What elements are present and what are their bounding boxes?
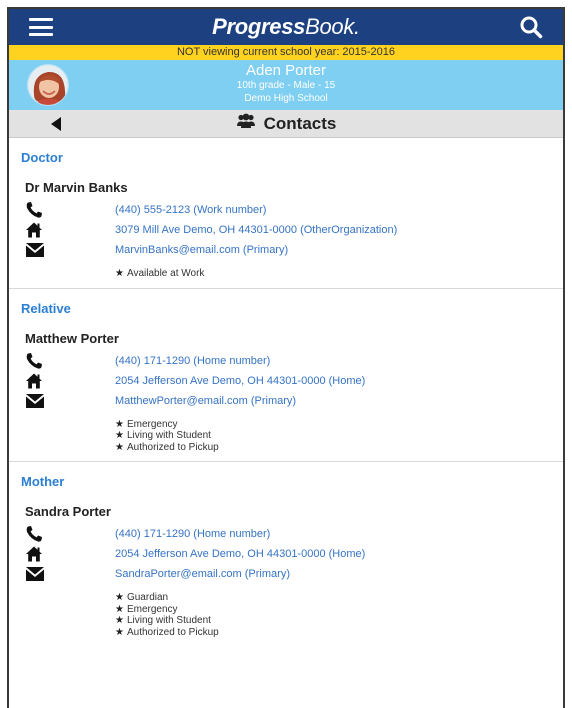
envelope-icon xyxy=(25,565,45,583)
contact-address-link[interactable]: 2054 Jefferson Ave Demo, OH 44301-0000 (… xyxy=(115,548,365,560)
contact-email-link[interactable]: MarvinBanks@email.com (Primary) xyxy=(115,244,288,256)
contact-section-relative: Relative Matthew Porter (440) 171-1290 (… xyxy=(9,289,563,462)
contact-phone-link[interactable]: (440) 171-1290 (Home number) xyxy=(115,355,270,367)
contact-email-row: SandraPorter@email.com (Primary) xyxy=(9,564,563,584)
contact-phone-row: (440) 171-1290 (Home number) xyxy=(9,351,563,371)
star-icon: ★ xyxy=(115,418,124,430)
contact-flag: ★ Emergency xyxy=(115,603,178,615)
home-icon xyxy=(25,545,45,563)
contact-flags: ★ Guardian ★ Emergency ★ Living with Studen… xyxy=(9,584,563,638)
home-icon xyxy=(25,372,45,390)
contact-phone-link[interactable]: (440) 555-2123 (Work number) xyxy=(115,204,266,216)
section-heading: Mother xyxy=(21,474,65,489)
contact-flag: ★ Available at Work xyxy=(115,268,205,279)
contact-flag: ★ Living with Student xyxy=(115,615,211,626)
section-heading: Relative xyxy=(21,300,71,316)
contact-flag: ★ Emergency xyxy=(115,418,178,430)
star-icon: ★ xyxy=(115,268,124,279)
school-year-notice: NOT viewing current school year: 2015-20… xyxy=(9,45,563,60)
contact-flag: ★ Authorized to Pickup xyxy=(115,626,219,638)
contact-email-row: MarvinBanks@email.com (Primary) xyxy=(9,240,563,260)
home-icon xyxy=(25,221,45,239)
star-icon: ★ xyxy=(115,441,124,453)
star-icon: ★ xyxy=(115,603,124,615)
phone-icon xyxy=(25,525,45,543)
contact-phone-link[interactable]: (440) 171-1290 (Home number) xyxy=(115,528,270,540)
progressbook-logo: ProgressBook. xyxy=(212,14,360,39)
contact-name: Dr Marvin Banks xyxy=(25,180,128,195)
contact-section-mother: Mother Sandra Porter (440) 171-1290 (Hom… xyxy=(9,462,563,646)
contact-flag: ★ Guardian xyxy=(115,592,169,603)
contact-address-row: 3079 Mill Ave Demo, OH 44301-0000 (Other… xyxy=(9,220,563,240)
page-header: Contacts xyxy=(9,110,563,138)
student-avatar[interactable] xyxy=(27,64,69,106)
star-icon: ★ xyxy=(115,626,124,638)
contact-flags: ★ Emergency ★ Living with Student ★ Authori… xyxy=(9,411,563,454)
contact-flags: ★ Available at Work xyxy=(9,260,563,280)
contact-section-doctor: Doctor Dr Marvin Banks (440) 555-2123 (W… xyxy=(9,138,563,289)
phone-icon xyxy=(25,201,45,219)
section-heading: Doctor xyxy=(21,150,63,165)
contact-name: Matthew Porter xyxy=(25,330,119,346)
contact-email-link[interactable]: SandraPorter@email.com (Primary) xyxy=(115,568,290,580)
student-name: Aden Porter xyxy=(245,62,327,79)
contact-address-row: 2054 Jefferson Ave Demo, OH 44301-0000 (… xyxy=(9,371,563,391)
app-frame: ProgressBook. NOT viewing current school… xyxy=(7,7,565,708)
star-icon: ★ xyxy=(115,592,124,603)
student-details: 10th grade - Male - 15 xyxy=(236,80,336,91)
student-school: Demo High School xyxy=(244,93,328,104)
page-title: Contacts xyxy=(236,113,336,134)
envelope-icon xyxy=(25,392,45,410)
envelope-icon xyxy=(25,241,45,259)
contact-flag: ★ Authorized to Pickup xyxy=(115,441,219,453)
student-banner: Aden Porter 10th grade - Male - 15 Demo … xyxy=(9,60,563,110)
contact-email-row: MatthewPorter@email.com (Primary) xyxy=(9,391,563,411)
users-icon xyxy=(236,113,256,134)
contact-email-link[interactable]: MatthewPorter@email.com (Primary) xyxy=(115,395,296,407)
contact-phone-row: (440) 555-2123 (Work number) xyxy=(9,200,563,220)
menu-icon[interactable] xyxy=(29,18,53,36)
star-icon: ★ xyxy=(115,430,124,441)
back-arrow-icon[interactable] xyxy=(51,117,61,131)
search-icon[interactable] xyxy=(519,15,543,39)
phone-icon xyxy=(25,352,45,370)
contact-flag: ★ Living with Student xyxy=(115,430,211,441)
contact-address-link[interactable]: 3079 Mill Ave Demo, OH 44301-0000 (Other… xyxy=(115,224,397,236)
star-icon: ★ xyxy=(115,615,124,626)
contact-phone-row: (440) 171-1290 (Home number) xyxy=(9,524,563,544)
top-bar: ProgressBook. xyxy=(9,9,563,45)
contact-address-row: 2054 Jefferson Ave Demo, OH 44301-0000 (… xyxy=(9,544,563,564)
contact-address-link[interactable]: 2054 Jefferson Ave Demo, OH 44301-0000 (… xyxy=(115,375,365,387)
contact-name: Sandra Porter xyxy=(25,504,111,519)
